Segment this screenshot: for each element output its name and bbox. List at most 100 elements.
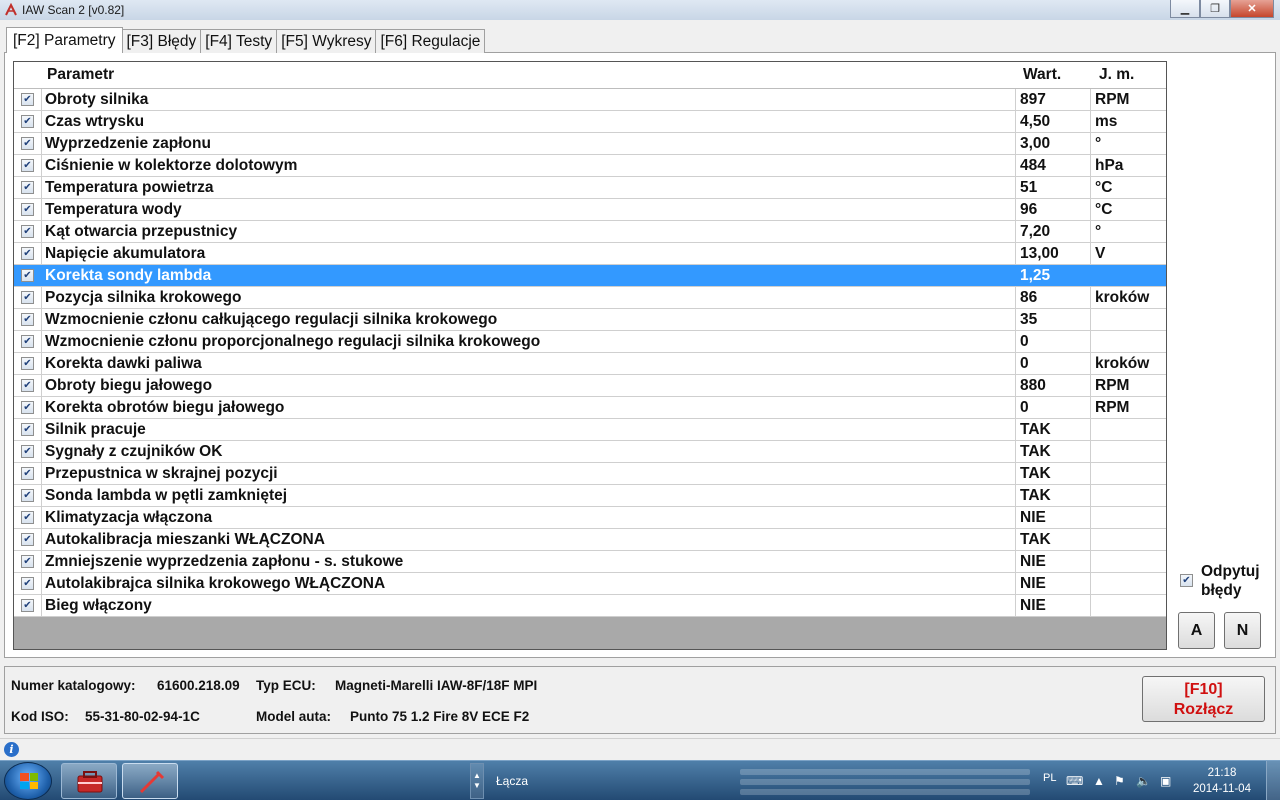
tab-bledy[interactable]: [F3] Błędy xyxy=(121,29,202,53)
row-checkbox[interactable]: ✔ xyxy=(21,489,34,502)
row-checkbox[interactable]: ✔ xyxy=(21,511,34,524)
row-checkbox-cell[interactable]: ✔ xyxy=(14,89,41,110)
row-checkbox-cell[interactable]: ✔ xyxy=(14,397,41,418)
parameter-grid[interactable]: Parametr Wart. J. m. ✔ Obroty silnika 897 R… xyxy=(13,61,1167,650)
action-center-flag-icon[interactable]: ⚑ xyxy=(1114,774,1125,788)
row-checkbox[interactable]: ✔ xyxy=(21,555,34,568)
row-checkbox-cell[interactable]: ✔ xyxy=(14,573,41,594)
row-checkbox[interactable]: ✔ xyxy=(21,313,34,326)
row-checkbox-cell[interactable]: ✔ xyxy=(14,221,41,242)
taskbar-app-iawscan[interactable] xyxy=(122,763,178,799)
row-checkbox-cell[interactable]: ✔ xyxy=(14,353,41,374)
row-checkbox-cell[interactable]: ✔ xyxy=(14,177,41,198)
links-toolbar-label[interactable]: Łącza xyxy=(496,774,528,788)
table-row[interactable]: ✔ Autokalibracja mieszanki WŁĄCZONA TAK xyxy=(14,529,1166,551)
tab-parametry[interactable]: [F2] Parametry xyxy=(6,27,123,53)
row-checkbox-cell[interactable]: ✔ xyxy=(14,287,41,308)
row-checkbox[interactable]: ✔ xyxy=(21,379,34,392)
table-row[interactable]: ✔ Korekta sondy lambda 1,25 xyxy=(14,265,1166,287)
table-row[interactable]: ✔ Korekta dawki paliwa 0 kroków xyxy=(14,353,1166,375)
table-row[interactable]: ✔ Napięcie akumulatora 13,00 V xyxy=(14,243,1166,265)
row-checkbox-cell[interactable]: ✔ xyxy=(14,331,41,352)
row-checkbox[interactable]: ✔ xyxy=(21,401,34,414)
table-row[interactable]: ✔ Ciśnienie w kolektorze dolotowym 484 hPa xyxy=(14,155,1166,177)
row-checkbox[interactable]: ✔ xyxy=(21,247,34,260)
row-checkbox[interactable]: ✔ xyxy=(21,159,34,172)
table-row[interactable]: ✔ Wzmocnienie członu proporcjonalnego reg… xyxy=(14,331,1166,353)
table-row[interactable]: ✔ Sonda lambda w pętli zamkniętej TAK xyxy=(14,485,1166,507)
row-checkbox-cell[interactable]: ✔ xyxy=(14,507,41,528)
language-indicator[interactable]: PL xyxy=(1043,772,1056,784)
show-desktop-button[interactable] xyxy=(1266,761,1280,800)
table-row[interactable]: ✔ Obroty silnika 897 RPM xyxy=(14,89,1166,111)
close-button[interactable]: ✕ xyxy=(1230,0,1274,18)
minimize-button[interactable]: ▁ xyxy=(1170,0,1200,18)
header-value[interactable]: Wart. xyxy=(1016,62,1091,88)
row-checkbox[interactable]: ✔ xyxy=(21,445,34,458)
row-checkbox[interactable]: ✔ xyxy=(21,423,34,436)
table-row[interactable]: ✔ Klimatyzacja włączona NIE xyxy=(14,507,1166,529)
row-checkbox-cell[interactable]: ✔ xyxy=(14,111,41,132)
row-checkbox-cell[interactable]: ✔ xyxy=(14,463,41,484)
row-checkbox[interactable]: ✔ xyxy=(21,291,34,304)
row-checkbox-cell[interactable]: ✔ xyxy=(14,551,41,572)
row-checkbox-cell[interactable]: ✔ xyxy=(14,485,41,506)
table-row[interactable]: ✔ Bieg włączony NIE xyxy=(14,595,1166,617)
row-checkbox[interactable]: ✔ xyxy=(21,115,34,128)
volume-icon[interactable]: 🔈 xyxy=(1136,774,1151,788)
maximize-button[interactable]: ❐ xyxy=(1200,0,1230,18)
table-row[interactable]: ✔ Czas wtrysku 4,50 ms xyxy=(14,111,1166,133)
poll-errors-checkbox[interactable]: ✔ xyxy=(1180,574,1193,587)
row-checkbox-cell[interactable]: ✔ xyxy=(14,595,41,616)
poll-errors-control[interactable]: ✔ Odpytuj błędy xyxy=(1180,562,1271,600)
table-row[interactable]: ✔ Temperatura wody 96 °C xyxy=(14,199,1166,221)
row-checkbox-cell[interactable]: ✔ xyxy=(14,441,41,462)
row-checkbox[interactable]: ✔ xyxy=(21,181,34,194)
toolbar-expand-button[interactable]: ▲ ▼ xyxy=(470,763,484,799)
row-checkbox-cell[interactable]: ✔ xyxy=(14,375,41,396)
table-row[interactable]: ✔ Zmniejszenie wyprzedzenia zapłonu - s. … xyxy=(14,551,1166,573)
tab-testy[interactable]: [F4] Testy xyxy=(200,29,278,53)
taskbar-app-toolbox[interactable] xyxy=(61,763,117,799)
table-row[interactable]: ✔ Wzmocnienie członu całkującego regulacj… xyxy=(14,309,1166,331)
header-unit[interactable]: J. m. xyxy=(1091,62,1166,88)
tab-regulacje[interactable]: [F6] Regulacje xyxy=(375,29,486,53)
row-checkbox[interactable]: ✔ xyxy=(21,599,34,612)
header-param[interactable]: Parametr xyxy=(41,62,1016,88)
row-checkbox[interactable]: ✔ xyxy=(21,269,34,282)
row-checkbox-cell[interactable]: ✔ xyxy=(14,199,41,220)
start-button[interactable] xyxy=(4,762,52,800)
table-row[interactable]: ✔ Przepustnica w skrajnej pozycji TAK xyxy=(14,463,1166,485)
network-icon[interactable]: ▣ xyxy=(1160,774,1171,788)
row-checkbox-cell[interactable]: ✔ xyxy=(14,529,41,550)
tab-wykresy[interactable]: [F5] Wykresy xyxy=(276,29,377,53)
row-checkbox[interactable]: ✔ xyxy=(21,357,34,370)
row-checkbox[interactable]: ✔ xyxy=(21,577,34,590)
table-row[interactable]: ✔ Pozycja silnika krokowego 86 kroków xyxy=(14,287,1166,309)
keyboard-icon[interactable]: ⌨ xyxy=(1066,774,1083,788)
row-checkbox[interactable]: ✔ xyxy=(21,203,34,216)
show-hidden-icons-icon[interactable]: ▲ xyxy=(1093,774,1105,788)
row-checkbox[interactable]: ✔ xyxy=(21,93,34,106)
row-checkbox[interactable]: ✔ xyxy=(21,467,34,480)
table-row[interactable]: ✔ Temperatura powietrza 51 °C xyxy=(14,177,1166,199)
table-row[interactable]: ✔ Kąt otwarcia przepustnicy 7,20 ° xyxy=(14,221,1166,243)
row-checkbox-cell[interactable]: ✔ xyxy=(14,155,41,176)
table-row[interactable]: ✔ Obroty biegu jałowego 880 RPM xyxy=(14,375,1166,397)
row-checkbox[interactable]: ✔ xyxy=(21,225,34,238)
row-checkbox[interactable]: ✔ xyxy=(21,533,34,546)
n-button[interactable]: N xyxy=(1224,612,1261,649)
disconnect-button[interactable]: [F10] Rozłącz xyxy=(1142,676,1265,722)
clock[interactable]: 21:18 2014-11-04 xyxy=(1192,765,1252,797)
table-row[interactable]: ✔ Sygnały z czujników OK TAK xyxy=(14,441,1166,463)
table-row[interactable]: ✔ Wyprzedzenie zapłonu 3,00 ° xyxy=(14,133,1166,155)
row-checkbox-cell[interactable]: ✔ xyxy=(14,243,41,264)
table-row[interactable]: ✔ Autolakibrajca silnika krokowego WŁĄCZO… xyxy=(14,573,1166,595)
a-button[interactable]: A xyxy=(1178,612,1215,649)
table-row[interactable]: ✔ Silnik pracuje TAK xyxy=(14,419,1166,441)
row-checkbox-cell[interactable]: ✔ xyxy=(14,309,41,330)
row-checkbox-cell[interactable]: ✔ xyxy=(14,265,41,286)
row-checkbox[interactable]: ✔ xyxy=(21,137,34,150)
row-checkbox-cell[interactable]: ✔ xyxy=(14,133,41,154)
table-row[interactable]: ✔ Korekta obrotów biegu jałowego 0 RPM xyxy=(14,397,1166,419)
